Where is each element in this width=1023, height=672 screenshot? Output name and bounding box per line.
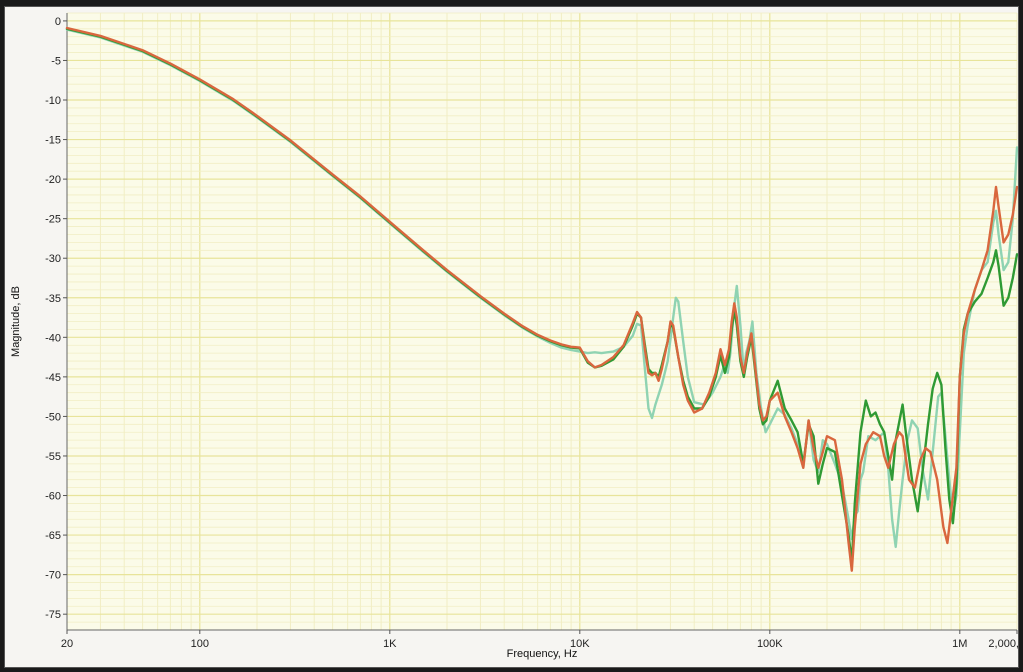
x-tick-label: 1K — [383, 638, 397, 650]
y-tick-label: -20 — [45, 174, 61, 186]
y-tick-label: -25 — [45, 214, 61, 226]
y-tick-label: -35 — [45, 293, 61, 305]
x-axis-label: Frequency, Hz — [507, 648, 578, 660]
y-tick-label: -45 — [45, 372, 61, 384]
y-tick-label: -70 — [45, 570, 61, 582]
y-tick-label: -15 — [45, 135, 61, 147]
y-tick-label: -10 — [45, 95, 61, 107]
y-tick-label: -65 — [45, 530, 61, 542]
y-tick-label: -50 — [45, 411, 61, 423]
y-tick-label: -60 — [45, 491, 61, 503]
x-tick-label: 100 — [191, 638, 209, 650]
y-axis-label: Magnitude, dB — [10, 286, 22, 357]
y-tick-label: -5 — [51, 55, 61, 67]
x-tick-label: 2,000, — [988, 638, 1018, 650]
x-tick-label: 20 — [61, 638, 73, 650]
magnitude-chart: 0 -5 -10 -15 -20 -25 -30 -35 -40 -45 -50 -55 -60 -65 -… — [10, 12, 1018, 660]
y-tick-label: -75 — [45, 609, 61, 621]
y-tick-label: -40 — [45, 332, 61, 344]
y-tick-label: -30 — [45, 253, 61, 265]
y-tick-label: 0 — [55, 16, 61, 28]
x-tick-label: 100K — [757, 638, 783, 650]
y-tick-label: -55 — [45, 451, 61, 463]
x-tick-label: 1M — [952, 638, 967, 650]
chart-frame: 0 -5 -10 -15 -20 -25 -30 -35 -40 -45 -50 -55 -60 -65 -… — [4, 6, 1019, 668]
